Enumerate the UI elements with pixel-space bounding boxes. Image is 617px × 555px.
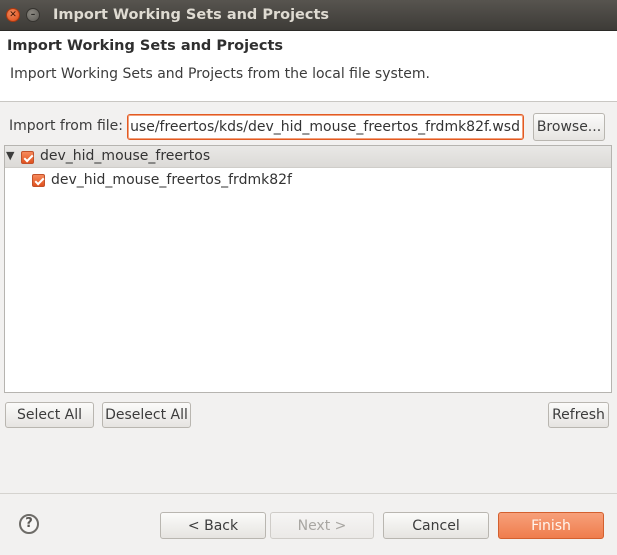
import-file-path-input[interactable]: use/freertos/kds/dev_hid_mouse_freertos_… [127,114,524,140]
project-tree[interactable]: ▼ dev_hid_mouse_freertos dev_hid_mouse_f… [4,145,612,393]
tree-item-label: dev_hid_mouse_freertos_frdmk82f [51,172,292,188]
expand-triangle-icon[interactable]: ▼ [6,149,14,162]
cancel-button[interactable]: Cancel [383,512,489,539]
next-button: Next > [270,512,374,539]
checkbox-project[interactable] [32,174,45,187]
import-from-file-label: Import from file: [9,118,123,134]
deselect-all-button[interactable]: Deselect All [102,402,191,428]
import-file-path-value: use/freertos/kds/dev_hid_mouse_freertos_… [130,119,520,135]
window-title: Import Working Sets and Projects [53,7,330,23]
tree-item-label: dev_hid_mouse_freertos [40,148,211,164]
select-all-button[interactable]: Select All [5,402,94,428]
help-icon[interactable]: ? [19,514,39,534]
tree-item-working-set[interactable]: ▼ dev_hid_mouse_freertos [5,146,611,168]
minimize-window-icon[interactable]: – [26,8,40,22]
close-window-icon[interactable]: ✕ [6,8,20,22]
finish-button[interactable]: Finish [498,512,604,539]
refresh-button[interactable]: Refresh [548,402,609,428]
title-bar: ✕ – Import Working Sets and Projects [0,0,617,31]
checkbox-working-set[interactable] [21,151,34,164]
header-description: Import Working Sets and Projects from th… [10,66,430,82]
tree-item-project[interactable]: dev_hid_mouse_freertos_frdmk82f [5,168,611,190]
back-button[interactable]: < Back [160,512,266,539]
dialog-header: Import Working Sets and Projects Import … [0,31,617,102]
browse-button[interactable]: Browse... [533,113,605,141]
footer-separator [0,493,617,494]
header-title: Import Working Sets and Projects [7,38,284,54]
